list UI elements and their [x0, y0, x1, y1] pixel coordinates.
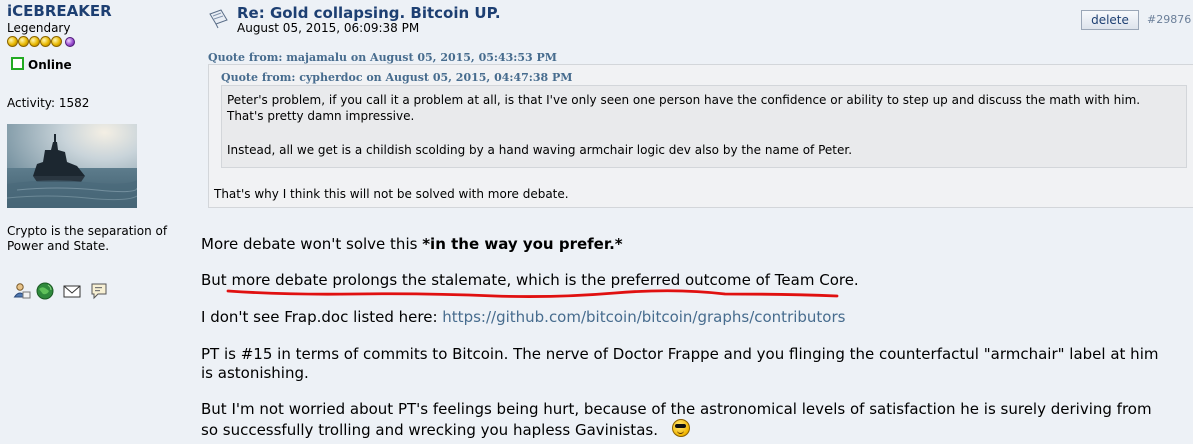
inner-quote-line: Instead, all we get is a childish scoldi…	[227, 143, 853, 157]
avatar	[7, 124, 137, 208]
online-indicator-icon	[11, 57, 24, 70]
inner-quote-header[interactable]: Quote from: cypherdoc on August 05, 2015…	[221, 71, 572, 84]
cool-smiley-icon	[671, 419, 690, 437]
post-date: August 05, 2015, 06:09:38 PM	[237, 21, 420, 35]
online-status: Online	[11, 57, 72, 72]
rank-star-icon	[7, 36, 18, 47]
profile-icon[interactable]	[13, 282, 31, 300]
post-icon	[207, 8, 229, 30]
red-annotation-underline	[226, 289, 839, 298]
body-paragraph: I don't see Frap.doc listed here: https:…	[201, 308, 846, 326]
author-username[interactable]: iCEBREAKER	[7, 2, 112, 20]
outer-quote-header[interactable]: Quote from: majamalu on August 05, 2015,…	[208, 51, 557, 64]
body-bold-text: *in the way you prefer.*	[422, 235, 623, 253]
author-signature: Crypto is the separation of Power and St…	[7, 224, 168, 253]
rank-star-icon	[51, 36, 62, 47]
author-activity: Activity: 1582	[7, 96, 90, 110]
body-paragraph: PT is #15 in terms of commits to Bitcoin…	[201, 345, 1159, 382]
inner-quote-line: Peter's problem, if you call it a proble…	[227, 93, 1141, 107]
body-paragraph: More debate won't solve this *in the way…	[201, 235, 623, 253]
author-panel: iCEBREAKER Legendary Online Activity: 15…	[0, 0, 180, 444]
outer-quote-text: That's why I think this will not be solv…	[214, 187, 569, 201]
email-icon[interactable]	[63, 282, 81, 300]
icebreaker-ship-image	[7, 124, 137, 208]
personal-message-icon[interactable]	[90, 282, 108, 300]
body-paragraph: But I'm not worried about PT's feelings …	[201, 400, 1152, 439]
rank-star-icon	[18, 36, 29, 47]
inner-quote-line: That's pretty damn impressive.	[227, 109, 415, 123]
author-rank: Legendary	[7, 21, 71, 35]
author-profile-icons	[13, 282, 113, 300]
rank-stars	[7, 36, 87, 48]
delete-button[interactable]: delete	[1081, 10, 1139, 30]
rank-purple-icon	[65, 37, 75, 47]
post-number-link[interactable]: #29876	[1147, 13, 1191, 26]
contributors-link[interactable]: https://github.com/bitcoin/bitcoin/graph…	[442, 308, 845, 326]
rank-star-icon	[29, 36, 40, 47]
rank-star-icon	[40, 36, 51, 47]
website-globe-icon[interactable]	[36, 282, 54, 300]
post-title-link[interactable]: Re: Gold collapsing. Bitcoin UP.	[237, 4, 501, 22]
